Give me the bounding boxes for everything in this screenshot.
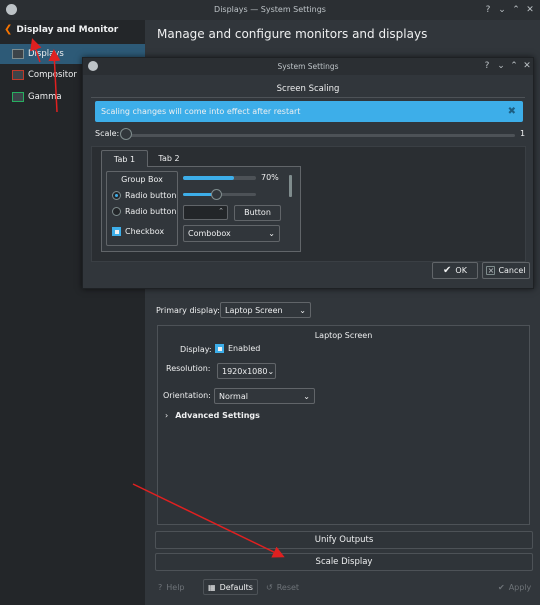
divider bbox=[91, 97, 525, 98]
progress-bar-fill bbox=[183, 176, 235, 180]
compositor-icon bbox=[12, 70, 24, 80]
minimize-icon[interactable]: ⌄ bbox=[495, 60, 507, 72]
sidebar-item-label: Displays bbox=[28, 49, 64, 59]
unify-outputs-button[interactable]: Unify Outputs bbox=[155, 531, 533, 549]
window-title: Displays — System Settings bbox=[214, 5, 326, 14]
sidebar-header-label: Display and Monitor bbox=[16, 25, 119, 35]
dialog-heading: Screen Scaling bbox=[276, 84, 340, 94]
defaults-label: Defaults bbox=[219, 582, 253, 592]
scale-value: 1 bbox=[520, 129, 526, 138]
close-icon[interactable]: ✕ bbox=[524, 4, 536, 16]
radio-selected-icon bbox=[112, 191, 121, 200]
advanced-settings-toggle[interactable]: › Advanced Settings bbox=[165, 411, 260, 420]
defaults-icon: ▦ bbox=[208, 582, 216, 592]
defaults-button[interactable]: ▦ Defaults bbox=[203, 579, 258, 595]
screen-panel-title: Laptop Screen bbox=[314, 331, 373, 340]
main-titlebar: Displays — System Settings ? ⌄ ⌃ ✕ bbox=[0, 0, 540, 20]
apply-button[interactable]: ✔ Apply bbox=[498, 579, 531, 595]
chevron-left-icon: ❮ bbox=[4, 24, 13, 35]
reset-label: Reset bbox=[276, 582, 300, 592]
checkbox-checked-icon bbox=[215, 344, 224, 353]
chevron-down-icon: ⌄ bbox=[267, 366, 275, 376]
sidebar-item-label: Gamma bbox=[28, 92, 62, 102]
radio-button-1[interactable]: Radio button bbox=[112, 191, 176, 200]
screen-panel bbox=[157, 325, 530, 525]
orientation-label: Orientation: bbox=[163, 391, 211, 400]
scrollbar[interactable] bbox=[289, 175, 292, 197]
reset-icon: ↺ bbox=[266, 582, 273, 592]
primary-display-label: Primary display: bbox=[156, 306, 220, 315]
scale-slider[interactable] bbox=[125, 134, 515, 137]
primary-display-select[interactable]: Laptop Screen ⌄ bbox=[220, 302, 311, 318]
slider-handle[interactable] bbox=[210, 189, 222, 200]
combobox-value: Combobox bbox=[188, 229, 231, 238]
ok-label: OK bbox=[455, 266, 467, 275]
spin-box[interactable]: ⌃ bbox=[183, 205, 228, 220]
maximize-icon[interactable]: ⌃ bbox=[510, 4, 522, 16]
info-message: Scaling changes will come into effect af… bbox=[101, 107, 301, 116]
enabled-checkbox[interactable]: Enabled bbox=[215, 344, 260, 353]
reset-button[interactable]: ↺ Reset bbox=[266, 579, 299, 595]
resolution-value: 1920x1080 bbox=[222, 366, 268, 376]
group-box-title: Group Box bbox=[121, 175, 163, 184]
apply-label: Apply bbox=[508, 582, 532, 592]
sample-button[interactable]: Button bbox=[234, 205, 281, 221]
monitor-icon bbox=[12, 49, 24, 59]
screen-scaling-dialog: System Settings ? ⌄ ⌃ ✕ Screen Scaling S… bbox=[82, 57, 534, 289]
orientation-value: Normal bbox=[219, 391, 248, 401]
checkmark-icon: ✔ bbox=[443, 265, 452, 276]
radio-label: Radio button bbox=[125, 191, 177, 200]
help-label: Help bbox=[166, 582, 185, 592]
combobox[interactable]: Combobox ⌄ bbox=[183, 225, 280, 242]
gamma-icon bbox=[12, 92, 24, 102]
spin-up-icon[interactable]: ⌃ bbox=[218, 207, 224, 215]
orientation-select[interactable]: Normal ⌄ bbox=[214, 388, 315, 404]
dialog-titlebar: System Settings ? ⌄ ⌃ ✕ bbox=[83, 58, 533, 75]
radio-button-2[interactable]: Radio button bbox=[112, 207, 176, 216]
sidebar-back-header[interactable]: ❮ Display and Monitor bbox=[4, 24, 144, 42]
chevron-down-icon: ⌄ bbox=[299, 305, 306, 315]
chevron-down-icon: ⌄ bbox=[303, 391, 310, 401]
help-button[interactable]: ? Help bbox=[158, 579, 185, 595]
advanced-settings-label: Advanced Settings bbox=[175, 411, 260, 420]
resolution-label: Resolution: bbox=[166, 364, 211, 373]
close-message-icon[interactable]: ✖ bbox=[508, 101, 516, 122]
help-circle-icon: ? bbox=[158, 582, 163, 592]
page-title: Manage and configure monitors and displa… bbox=[157, 27, 428, 41]
tab-1[interactable]: Tab 1 bbox=[101, 150, 148, 167]
cancel-icon: × bbox=[486, 266, 496, 275]
checkmark-icon: ✔ bbox=[498, 582, 505, 592]
chevron-right-icon: › bbox=[165, 411, 169, 420]
info-message-bar: Scaling changes will come into effect af… bbox=[95, 101, 523, 122]
display-label: Display: bbox=[180, 345, 212, 354]
checkbox-checked-icon bbox=[112, 227, 121, 236]
bottom-button-bar: ? Help ▦ Defaults ↺ Reset ✔ Apply bbox=[145, 576, 540, 598]
progress-label: 70% bbox=[261, 173, 279, 182]
chevron-down-icon: ⌄ bbox=[268, 229, 275, 238]
checkbox[interactable]: Checkbox bbox=[112, 227, 164, 236]
radio-label: Radio button bbox=[125, 207, 177, 216]
enabled-label: Enabled bbox=[228, 344, 261, 353]
ok-button[interactable]: ✔ OK bbox=[432, 262, 478, 279]
help-icon[interactable]: ? bbox=[481, 60, 493, 72]
cancel-label: Cancel bbox=[498, 266, 526, 275]
radio-unselected-icon bbox=[112, 207, 121, 216]
help-icon[interactable]: ? bbox=[482, 4, 494, 16]
checkbox-label: Checkbox bbox=[125, 227, 165, 236]
scale-display-button[interactable]: Scale Display bbox=[155, 553, 533, 571]
sidebar-item-label: Compositor bbox=[28, 70, 77, 80]
primary-display-value: Laptop Screen bbox=[225, 305, 283, 315]
close-icon[interactable]: ✕ bbox=[521, 60, 533, 72]
scale-slider-handle[interactable] bbox=[120, 128, 132, 140]
minimize-icon[interactable]: ⌄ bbox=[496, 4, 508, 16]
dialog-title: System Settings bbox=[277, 62, 339, 71]
tab-2[interactable]: Tab 2 bbox=[148, 150, 190, 167]
scale-label: Scale: bbox=[95, 129, 120, 138]
cancel-button[interactable]: × Cancel bbox=[482, 262, 530, 279]
maximize-icon[interactable]: ⌃ bbox=[508, 60, 520, 72]
resolution-select[interactable]: 1920x1080 ⌄ bbox=[217, 363, 276, 379]
